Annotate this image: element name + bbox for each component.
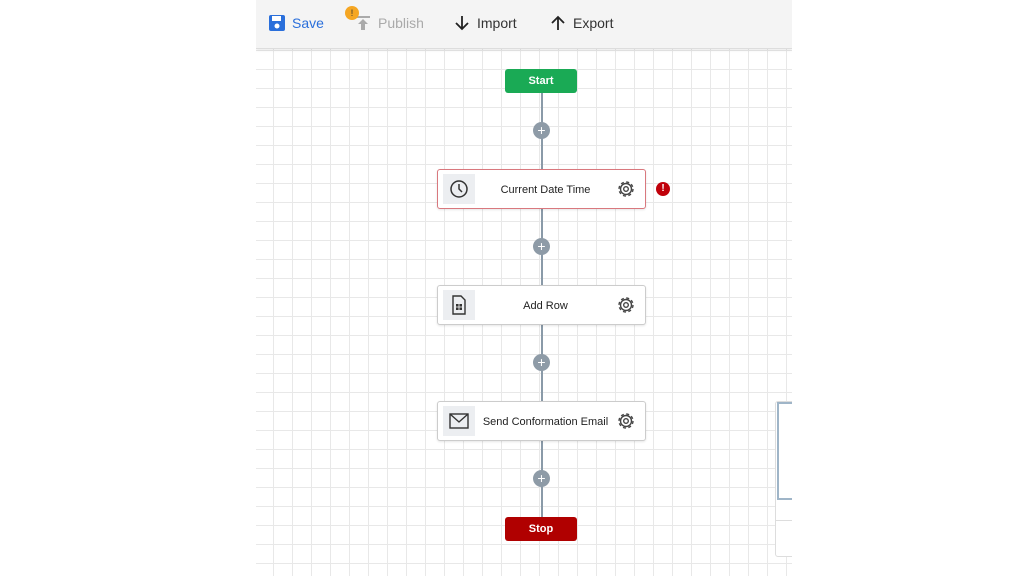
toolbar: Save ! Publish Import Export [256, 0, 792, 49]
divider [776, 520, 792, 521]
export-button[interactable]: Export [549, 14, 613, 32]
import-button[interactable]: Import [453, 14, 517, 32]
stop-node[interactable]: Stop [505, 517, 577, 541]
node-add-row[interactable]: Add Row [437, 285, 646, 325]
side-panel [775, 401, 792, 557]
start-node[interactable]: Start [505, 69, 577, 93]
side-panel-input[interactable] [777, 402, 792, 500]
gear-icon[interactable] [615, 410, 637, 432]
error-badge[interactable]: ! [656, 182, 670, 196]
gear-icon[interactable] [615, 294, 637, 316]
save-icon [269, 15, 285, 31]
publish-button[interactable]: ! Publish [345, 6, 424, 32]
save-button[interactable]: Save [268, 14, 324, 32]
gear-icon[interactable] [615, 178, 637, 200]
warning-badge: ! [345, 6, 359, 20]
add-step-button[interactable]: + [533, 354, 550, 371]
add-step-button[interactable]: + [533, 238, 550, 255]
flow-canvas[interactable]: Start + Current Date Time ! + Add Row + … [256, 48, 792, 576]
add-step-button[interactable]: + [533, 122, 550, 139]
node-current-date-time[interactable]: Current Date Time [437, 169, 646, 209]
node-send-email[interactable]: Send Conformation Email [437, 401, 646, 441]
mail-icon [443, 406, 475, 436]
workflow-editor: Save ! Publish Import Export Start + Cur… [256, 0, 792, 576]
arrow-up-icon [551, 15, 565, 30]
add-step-button[interactable]: + [533, 470, 550, 487]
clock-icon [443, 174, 475, 204]
arrow-down-icon [455, 16, 469, 31]
spreadsheet-file-icon [443, 290, 475, 320]
